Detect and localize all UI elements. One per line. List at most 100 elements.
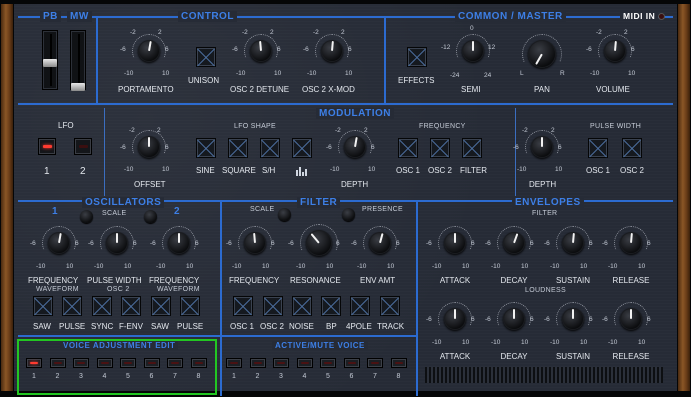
osc2-fenv-button[interactable] [121,296,141,316]
osc2-saw-button[interactable] [151,296,171,316]
fourpole-label: 4POLE [346,322,372,331]
lfo1-button[interactable] [38,138,56,155]
filter-decay-knob[interactable] [503,232,525,254]
semi-knob[interactable] [462,40,484,62]
resonance-label: RESONANCE [290,276,341,285]
voice-mute-button-4[interactable] [296,358,313,368]
pan-knob[interactable] [528,40,556,68]
pulse2-label: PULSE [177,322,204,331]
right-wood-panel [678,4,690,391]
portamento-knob[interactable] [138,40,160,62]
osc2-scale-knob[interactable] [144,210,157,223]
tick-label: -10 [236,70,246,77]
lfo-sh-button[interactable] [260,138,280,158]
semi-label: SEMI [461,85,481,94]
voice-mute-button-8[interactable] [390,358,407,368]
random-wave-icon [296,163,308,176]
tick-label: 10 [462,263,470,270]
osc2-frequency-knob[interactable] [168,232,190,254]
filter-attack-knob[interactable] [444,232,466,254]
osc1-pulse-button[interactable] [62,296,82,316]
loudness-release-knob[interactable] [620,308,642,330]
tick-label: 6 [589,316,593,323]
mod-osc2-freq-button[interactable] [430,138,450,158]
filter-release-knob[interactable] [620,232,642,254]
tick-label: 10 [326,263,334,270]
pan-label: PAN [534,85,550,94]
tick-label: -10 [124,70,134,77]
filter-noise-button[interactable] [292,296,312,316]
pb-label: PB [40,11,61,22]
mod-wheel[interactable] [70,30,86,91]
tick-label: -6 [485,240,491,247]
pitch-bend-wheel[interactable] [42,30,58,90]
env-amt-label: ENV AMT [360,276,396,285]
filter-osc2-button[interactable] [263,296,283,316]
offset-label: OFFSET [134,180,166,189]
tick-label: 10 [628,70,636,77]
osc2-detune-knob[interactable] [250,40,272,62]
voice-mute-button-7[interactable] [367,358,383,368]
lfo-offset-knob[interactable] [138,136,160,158]
loudness-decay-knob[interactable] [503,308,525,330]
voice-mute-button-1[interactable] [226,358,242,368]
filter-scale-knob[interactable] [278,208,291,221]
presence-knob[interactable] [342,208,355,221]
divider [96,16,98,103]
filter-sustain-knob[interactable] [562,232,584,254]
active-mute-title: ACTIVE/MUTE VOICE [272,341,368,350]
tick-label: 10 [580,339,588,346]
osc-scale-label: SCALE [102,210,127,217]
resonance-knob[interactable] [306,230,332,256]
loudness-sustain-knob[interactable] [562,308,584,330]
modulation-title: MODULATION [316,108,395,119]
voice-mute-button-2[interactable] [249,358,266,368]
lfo-label: LFO [58,121,74,130]
divider [416,200,418,396]
pulse-label: PULSE [59,322,86,331]
loudness-sustain-label: SUSTAIN [555,352,591,361]
loudness-attack-knob[interactable] [444,308,466,330]
filter-track-button[interactable] [380,296,400,316]
mod-pw-osc1-button[interactable] [588,138,608,158]
tick-label: 24 [484,72,492,79]
pw-depth-knob[interactable] [531,136,553,158]
saw2-label: SAW [151,322,169,331]
lfo-random-button[interactable] [292,138,312,158]
volume-knob[interactable] [604,40,626,62]
mod-osc1-freq-button[interactable] [398,138,418,158]
tick-label: -6 [602,240,608,247]
tick-label: -24 [450,72,460,79]
filter-4pole-button[interactable] [350,296,370,316]
unison-button[interactable] [196,47,216,67]
osc2-xmod-knob[interactable] [321,40,343,62]
tick-label: R [560,70,565,77]
osc-pulse-width-knob[interactable] [106,232,128,254]
lfo-square-button[interactable] [228,138,248,158]
filter-osc1-button[interactable] [233,296,253,316]
filter-frequency-knob[interactable] [244,232,266,254]
osc2-pulse-button[interactable] [180,296,200,316]
pw-osc2-label: OSC 2 [620,166,645,175]
osc1-frequency-knob[interactable] [48,232,70,254]
osc1-scale-knob[interactable] [80,210,93,223]
mod-pw-osc2-button[interactable] [622,138,642,158]
osc1-saw-button[interactable] [33,296,53,316]
lfo-sine-button[interactable] [196,138,216,158]
voice-mute-button-6[interactable] [343,358,360,368]
filter-bp-button[interactable] [321,296,341,316]
lfo2-button[interactable] [74,138,92,155]
tick-label: 2 [270,29,274,36]
env-amt-knob[interactable] [369,232,391,254]
depth2-label: DEPTH [529,180,557,189]
voice-mute-number: 6 [349,373,354,380]
tick-label: -6 [120,46,126,53]
voice-mute-button-3[interactable] [273,358,289,368]
osc2-sync-button[interactable] [92,296,112,316]
pw-osc1-label: OSC 1 [586,166,611,175]
effects-button[interactable] [407,47,427,67]
voice-mute-button-5[interactable] [320,358,336,368]
mod-filter-freq-button[interactable] [462,138,482,158]
tick-label: -6 [120,144,126,151]
lfo-depth-knob[interactable] [344,136,366,158]
